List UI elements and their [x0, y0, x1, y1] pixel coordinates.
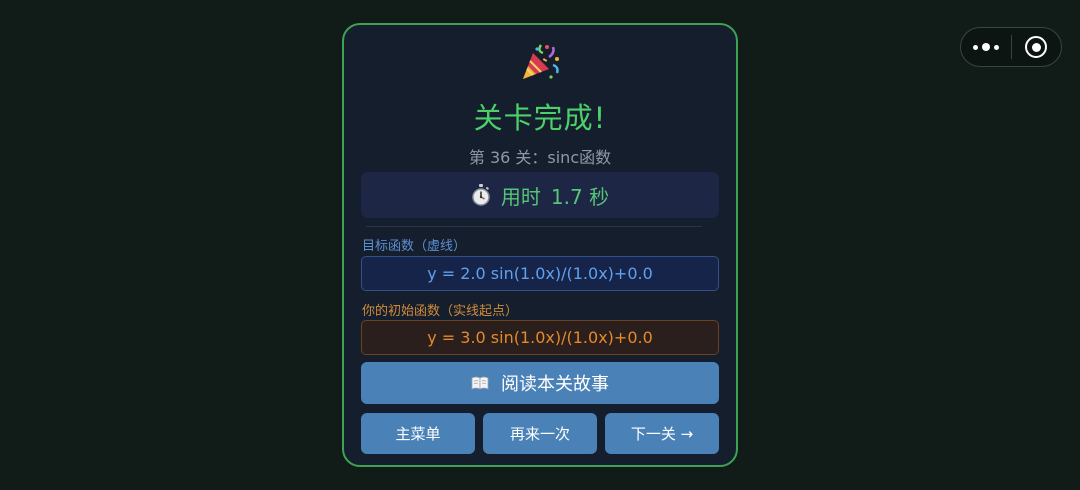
close-mini-program-button[interactable]: [1012, 28, 1062, 66]
level-complete-card: 关卡完成! 第 36 关：sinc函数 用时 1.7 秒 目标函数（虚线） y …: [342, 23, 738, 467]
initial-function-label: 你的初始函数（实线起点）: [362, 304, 519, 319]
read-story-label: 阅读本关故事: [501, 374, 609, 395]
action-buttons: 主菜单 再来一次 下一关 →: [361, 413, 719, 454]
screen: 关卡完成! 第 36 关：sinc函数 用时 1.7 秒 目标函数（虚线） y …: [0, 0, 1080, 490]
more-dots-icon: [972, 43, 999, 51]
level-complete-title: 关卡完成!: [473, 101, 607, 135]
read-story-button[interactable]: 阅读本关故事: [361, 362, 719, 404]
mini-program-capsule: [960, 27, 1062, 67]
time-value: 1.7 秒: [550, 184, 610, 209]
main-menu-button[interactable]: 主菜单: [361, 413, 475, 454]
target-function-formula: y = 2.0 sin(1.0x)/(1.0x)+0.0: [361, 256, 719, 291]
open-book-icon: [471, 376, 489, 390]
target-function-label: 目标函数（虚线）: [362, 239, 467, 254]
more-menu-button[interactable]: [961, 28, 1011, 66]
next-level-button[interactable]: 下一关 →: [605, 413, 719, 454]
party-popper-icon: [523, 44, 559, 79]
initial-function-formula: y = 3.0 sin(1.0x)/(1.0x)+0.0: [361, 320, 719, 355]
time-display: 用时 1.7 秒: [361, 172, 719, 218]
section-divider: [366, 226, 702, 227]
retry-button[interactable]: 再来一次: [483, 413, 597, 454]
time-label: 用时: [500, 184, 541, 209]
level-subtitle: 第 36 关：sinc函数: [468, 148, 612, 167]
stopwatch-icon: [472, 184, 490, 206]
target-close-icon: [1025, 36, 1048, 58]
